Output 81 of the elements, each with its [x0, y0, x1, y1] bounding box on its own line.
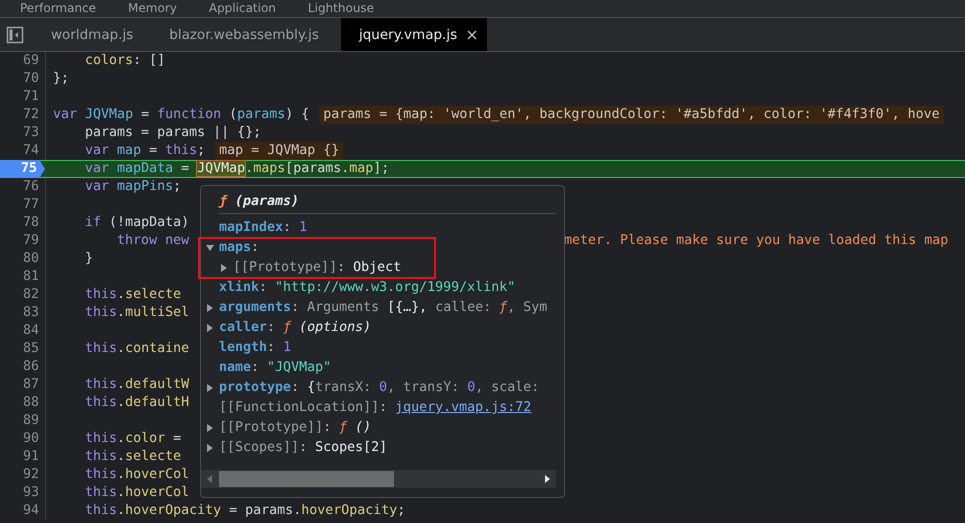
line-number[interactable]: 70 [22, 70, 45, 88]
property-text: [[Scopes]]: Scopes[2] [219, 439, 388, 457]
line-number[interactable]: 85 [22, 340, 45, 358]
code-line: }; [53, 70, 70, 88]
line-number[interactable]: 69 [22, 52, 45, 70]
panel-tab[interactable]: Memory [128, 0, 177, 17]
code-line: meter. Please make sure you have loaded this map [564, 232, 948, 250]
collapsed-triangle-icon[interactable] [205, 323, 215, 333]
code-line: this.defaultW [84, 376, 190, 394]
collapsed-triangle-icon[interactable] [205, 443, 215, 453]
expanded-triangle-icon[interactable] [205, 243, 215, 253]
code-line: colors: [] [84, 52, 166, 70]
property-text: name: "JQVMap" [219, 359, 332, 377]
line-number[interactable]: 80 [22, 250, 45, 268]
line-number[interactable]: 83 [22, 304, 45, 322]
property-text: [[Prototype]]: ƒ () [219, 419, 372, 437]
code-line: throw new [116, 232, 190, 250]
line-number[interactable]: 88 [22, 394, 45, 412]
horizontal-scrollbar[interactable] [201, 470, 556, 488]
line-number[interactable]: 79 [22, 232, 45, 250]
inline-value: map = JQVMap {} [215, 142, 344, 160]
code-line: var map = this; [84, 142, 206, 160]
line-number[interactable]: 77 [22, 196, 45, 214]
line-number[interactable]: 91 [22, 448, 45, 466]
line-number[interactable]: 71 [22, 88, 45, 106]
line-number[interactable]: 87 [22, 376, 45, 394]
line-number[interactable]: 89 [22, 412, 45, 430]
scrollbar-thumb[interactable] [219, 471, 394, 487]
line-number[interactable]: 94 [22, 502, 45, 520]
collapsed-triangle-icon[interactable] [205, 303, 215, 313]
collapsed-triangle-icon[interactable] [205, 383, 215, 393]
code-line: this.defaultH [84, 394, 190, 412]
line-number[interactable]: 86 [22, 358, 45, 376]
panel-tab[interactable]: Performance [20, 0, 96, 17]
file-tab[interactable]: worldmap.js [33, 18, 152, 51]
line-number[interactable]: 81 [22, 268, 45, 286]
line-number[interactable]: 92 [22, 466, 45, 484]
code-line: this.multiSel [84, 304, 190, 322]
line-number[interactable]: 93 [22, 484, 45, 502]
property-text: arguments: Arguments [{…}, callee: ƒ, Sym [219, 299, 548, 317]
sidebar-toggle-icon[interactable] [6, 26, 24, 44]
close-icon[interactable] [467, 30, 478, 40]
code-line: this.selecte [84, 286, 182, 304]
property-text: length: 1 [219, 339, 292, 357]
code-line: this.selecte [84, 448, 182, 466]
property-text: xlink: "http://www.w3.org/1999/xlink" [219, 279, 516, 297]
code-line: this.color = [84, 430, 182, 448]
property-text: maps: [219, 239, 260, 257]
inline-value: params = {map: 'world_en', backgroundColor: '#a5bfdd', color: '#f4f3f0', hove [319, 106, 944, 124]
property-text: [[Prototype]]: Object [233, 259, 402, 277]
collapsed-triangle-icon[interactable] [205, 423, 215, 433]
line-number[interactable]: 76 [22, 178, 45, 196]
panel-tab[interactable]: Application [208, 0, 276, 17]
line-number[interactable]: 78 [22, 214, 45, 232]
source-link[interactable]: jquery.vmap.js:72 [395, 400, 532, 415]
code-line: } [84, 250, 94, 268]
line-number[interactable]: 73 [22, 124, 45, 142]
code-line: this.hoverCol [84, 466, 190, 484]
code-line: this.hoverOpacity = params.hoverOpacity; [84, 502, 406, 520]
line-number[interactable]: 82 [22, 286, 45, 304]
code-line: params = params || {}; [84, 124, 262, 142]
collapsed-triangle-icon[interactable] [219, 263, 229, 273]
code-line: var JQVMap = function (params) { [53, 106, 310, 124]
breakpoint-marker[interactable]: 75 [0, 160, 45, 178]
code-line: var mapData = JQVMap.maps[params.map]; [84, 161, 390, 177]
line-number[interactable]: 84 [22, 322, 45, 340]
property-text: mapIndex: 1 [219, 219, 308, 237]
code-line: if (!mapData) [84, 214, 190, 232]
file-tab[interactable]: jquery.vmap.js [340, 18, 488, 51]
file-tab[interactable]: blazor.webassembly.js [151, 18, 337, 51]
property-text: prototype: {transX: 0, transY: 0, scale: [219, 379, 540, 397]
code-line: this.containe [84, 340, 190, 358]
property-text: caller: ƒ (options) [219, 319, 372, 337]
line-number[interactable]: 72 [22, 106, 45, 124]
line-number[interactable]: 74 [22, 142, 45, 160]
line-number[interactable]: 90 [22, 430, 45, 448]
panel-tab[interactable]: Lighthouse [308, 0, 374, 17]
popover-title: ƒ (params) [219, 192, 556, 214]
property-text: [[FunctionLocation]]: jquery.vmap.js:72 [219, 399, 532, 417]
code-line: this.hoverCol [84, 484, 190, 502]
code-line: var mapPins; [84, 178, 182, 196]
